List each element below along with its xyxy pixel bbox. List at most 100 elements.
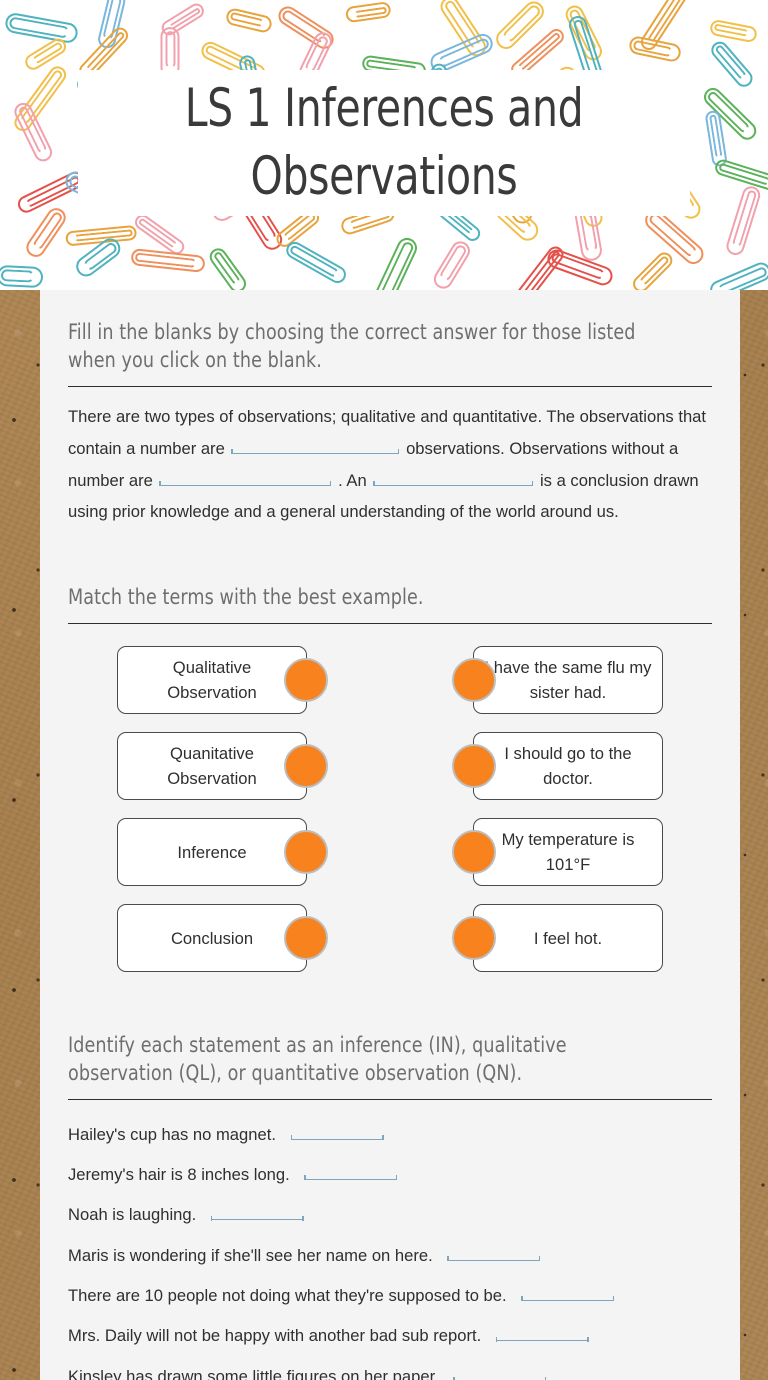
match-section-instruction: Match the terms with the best example.	[68, 585, 424, 610]
paperclip-inner-loop	[632, 39, 674, 58]
paperclip-icon	[713, 157, 768, 193]
paperclip-inner-loop	[8, 16, 70, 40]
paperclip-icon	[430, 237, 474, 290]
paperclip-icon	[629, 248, 676, 290]
paperclip-icon	[345, 0, 392, 23]
blank-qualitative[interactable]	[159, 466, 332, 487]
identify-answer-blank[interactable]	[521, 1283, 615, 1302]
match-example-box[interactable]: I feel hot.	[452, 904, 663, 973]
match-example-label: My temperature is 101°F	[501, 829, 635, 875]
page-title: LS 1 Inferences and Observations	[184, 78, 584, 207]
paperclip-inner-loop	[134, 251, 197, 268]
paperclip-inner-loop	[437, 36, 491, 69]
match-example-box[interactable]: I have the same flu my sister had.	[452, 646, 663, 715]
paperclip-icon	[708, 19, 758, 44]
fill-in-the-blanks-body: There are two types of observations; qua…	[68, 401, 712, 528]
paperclip-inner-loop	[137, 217, 178, 249]
section-divider	[68, 385, 712, 387]
match-row: Conclusion I feel hot.	[68, 904, 712, 973]
paperclip-inner-loop	[377, 240, 416, 290]
fill-section-instruction: Fill in the blanks by choosing the corre…	[68, 320, 636, 372]
match-example-box[interactable]: My temperature is 101°F	[452, 818, 663, 887]
matching-section: Match the terms with the best example. Q…	[40, 528, 740, 973]
match-grid: Qualitative Observation I have the same …	[68, 646, 712, 973]
identify-statement-row: Noah is laughing.	[68, 1191, 712, 1231]
title-card: LS 1 Inferences and Observations	[78, 70, 690, 216]
identify-answer-blank[interactable]	[210, 1202, 304, 1221]
worksheet-page: LS 1 Inferences and Observations Fill in…	[0, 0, 768, 1380]
match-term-box[interactable]: Qualitative Observation	[117, 646, 328, 715]
paperclip-inner-loop	[17, 105, 48, 154]
paperclip-icon	[130, 247, 207, 273]
identify-statement-row: Hailey's cup has no magnet.	[68, 1110, 712, 1150]
identify-statement-text: Maris is wondering if she'll see her nam…	[68, 1245, 433, 1265]
match-example-label: I should go to the doctor.	[504, 743, 632, 789]
header-banner: LS 1 Inferences and Observations	[0, 0, 768, 290]
paperclip-icon	[22, 204, 69, 260]
identify-statement-text: Kinsley has drawn some little figures on…	[68, 1366, 439, 1380]
paperclip-inner-loop	[82, 241, 120, 273]
paperclip-inner-loop	[646, 0, 685, 44]
paperclip-icon	[708, 37, 757, 90]
paperclip-inner-loop	[713, 23, 749, 38]
match-connector-dot[interactable]	[284, 830, 328, 875]
paperclip-inner-loop	[0, 269, 35, 283]
match-term-box[interactable]: Quanitative Observation	[117, 732, 328, 801]
paperclip-icon	[3, 12, 80, 46]
paperclip-inner-loop	[709, 113, 723, 158]
identify-answer-blank[interactable]	[290, 1122, 384, 1141]
match-term-box[interactable]: Inference	[117, 818, 328, 887]
identify-statement-text: Hailey's cup has no magnet.	[68, 1124, 276, 1144]
identify-statement-text: Noah is laughing.	[68, 1205, 197, 1225]
paperclip-inner-loop	[212, 250, 242, 286]
blank-inference[interactable]	[373, 466, 534, 487]
identify-statement-row: Kinsley has drawn some little figures on…	[68, 1352, 712, 1380]
match-connector-dot[interactable]	[452, 916, 496, 961]
match-example-label: I have the same flu my sister had.	[484, 657, 652, 703]
match-connector-dot[interactable]	[452, 830, 496, 875]
match-row: Quanitative Observation I should go to t…	[68, 732, 712, 801]
identify-section: Identify each statement as an inference …	[40, 972, 740, 1380]
paperclip-inner-loop	[31, 210, 64, 251]
match-connector-dot[interactable]	[452, 744, 496, 789]
paperclip-inner-loop	[638, 254, 670, 286]
identify-answer-blank[interactable]	[453, 1364, 547, 1380]
paperclip-inner-loop	[714, 43, 748, 81]
paperclip-inner-loop	[731, 189, 758, 248]
match-term-label: Inference	[177, 842, 247, 862]
match-connector-dot[interactable]	[284, 658, 328, 703]
identify-section-instruction: Identify each statement as an inference …	[68, 1033, 567, 1086]
match-term-label: Conclusion	[170, 928, 254, 948]
paperclip-inner-loop	[165, 31, 176, 69]
fill-in-the-blanks-section: Fill in the blanks by choosing the corre…	[40, 290, 740, 528]
match-connector-dot[interactable]	[284, 916, 328, 961]
match-connector-dot[interactable]	[452, 658, 496, 703]
paperclip-inner-loop	[439, 243, 469, 282]
identify-answer-blank[interactable]	[495, 1323, 589, 1342]
match-term-box[interactable]: Conclusion	[117, 904, 328, 973]
match-connector-dot[interactable]	[284, 744, 328, 789]
identify-statement-list: Hailey's cup has no magnet. Jeremy's hai…	[68, 1110, 712, 1380]
match-term-label: Qualitative Observation	[167, 657, 257, 703]
blank-quantitative[interactable]	[231, 434, 400, 455]
match-example-box[interactable]: I should go to the doctor.	[452, 732, 663, 801]
identify-statement-text: Mrs. Daily will not be happy with anothe…	[68, 1326, 482, 1346]
paperclip-icon	[0, 265, 44, 289]
paperclip-icon	[545, 246, 617, 288]
match-example-label: I feel hot.	[533, 928, 603, 948]
fill-text-part-3: . An	[338, 470, 367, 490]
match-row: Qualitative Observation I have the same …	[68, 646, 712, 715]
paperclip-inner-loop	[283, 212, 317, 242]
paperclip-inner-loop	[229, 11, 264, 28]
match-term-label: Quanitative Observation	[167, 743, 257, 789]
paperclip-icon	[206, 245, 250, 290]
identify-answer-blank[interactable]	[447, 1243, 541, 1262]
paperclip-inner-loop	[289, 244, 340, 279]
paperclip-icon	[224, 6, 274, 34]
paperclip-inner-loop	[31, 41, 64, 65]
paperclip-inner-loop	[517, 31, 562, 72]
paperclip-inner-loop	[354, 5, 388, 18]
identify-answer-blank[interactable]	[304, 1162, 398, 1181]
paperclip-icon	[369, 235, 421, 290]
paperclip-icon	[283, 239, 350, 287]
